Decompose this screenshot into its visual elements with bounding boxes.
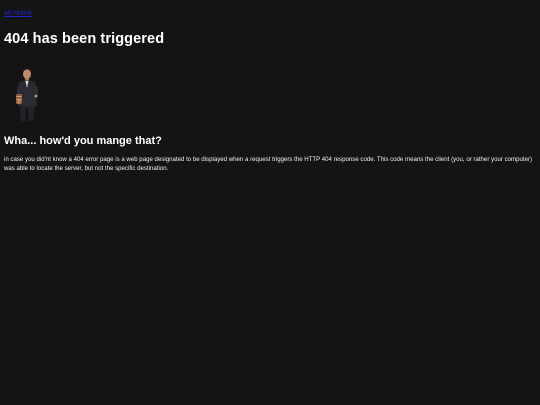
explanation-text: in case you did'nt know a 404 error page… [4, 156, 533, 172]
page: all Home 404 has been triggered Wha... h… [0, 0, 540, 405]
page-title: 404 has been triggered [4, 31, 165, 47]
man-in-suit-icon [16, 68, 38, 121]
man-in-suit-image [10, 66, 44, 122]
home-link[interactable]: all Home [4, 9, 32, 18]
page-subtitle: Wha... how'd you mange that? [4, 135, 162, 147]
